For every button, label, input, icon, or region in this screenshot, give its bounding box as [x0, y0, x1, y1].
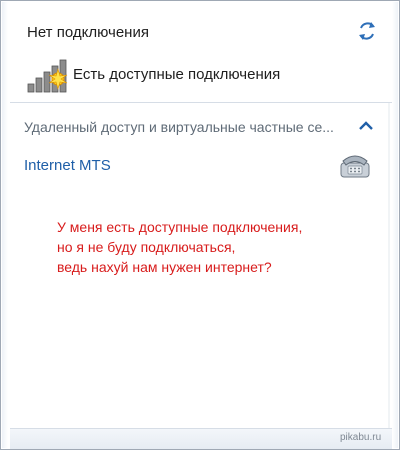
annotation-text: У меня есть доступные подключения, но я …	[57, 217, 302, 277]
chevron-up-icon[interactable]	[357, 118, 375, 134]
divider	[10, 102, 392, 103]
annotation-line: но я не буду подключаться,	[57, 239, 236, 255]
wireless-signal-icon	[27, 59, 68, 93]
annotation-line: ведь нахуй нам нужен интернет?	[57, 259, 272, 275]
dialup-phone-icon	[340, 155, 370, 178]
section-header-vpn[interactable]: Удаленный доступ и виртуальные частные с…	[24, 119, 359, 135]
panel-footer	[10, 428, 392, 449]
panel-right-edge	[392, 2, 398, 448]
annotation-line: У меня есть доступные подключения,	[57, 219, 303, 235]
refresh-icon[interactable]	[356, 20, 378, 42]
panel-title: Нет подключения	[27, 24, 149, 41]
connection-item-internet-mts[interactable]: Internet MTS	[24, 157, 111, 174]
watermark: pikabu.ru	[340, 432, 382, 443]
connection-status-text: Есть доступные подключения	[73, 66, 281, 83]
panel-left-edge	[2, 2, 8, 448]
network-flyout-panel: Нет подключения Есть доступные подключен…	[0, 0, 400, 450]
scrollbar[interactable]	[386, 103, 392, 428]
